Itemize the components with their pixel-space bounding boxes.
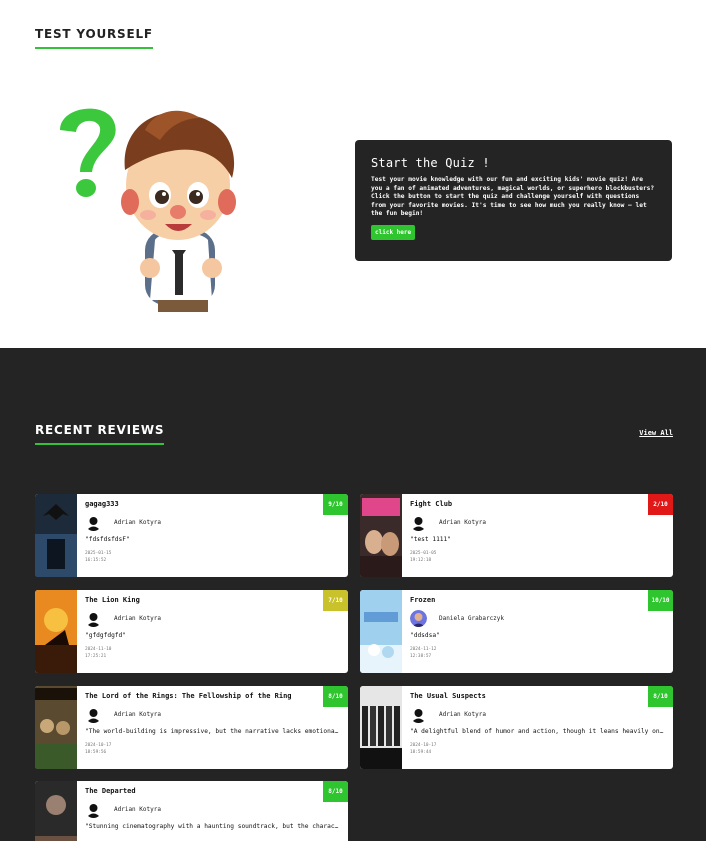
review-body: gagag333 Adrian Kotyra "fdsfdsfdsF" 2025-01… (77, 494, 348, 577)
score-badge: 2/10 (648, 494, 673, 515)
review-comment: "fdsfdsfdsF" (85, 536, 130, 543)
review-time: 17:25:21 (85, 653, 107, 659)
score-badge: 8/10 (323, 781, 348, 802)
quiz-card: Start the Quiz ! Test your movie knowled… (355, 140, 672, 261)
review-timestamp: 2024-10-17 18:59:56 (85, 743, 348, 756)
review-movie-title[interactable]: gagag333 (85, 500, 325, 508)
review-card[interactable]: Fight Club Adrian Kotyra "test 1111" 2025-0… (360, 494, 673, 577)
movie-poster[interactable] (35, 590, 77, 673)
review-username: Daniela Grabarczyk (439, 615, 505, 622)
recent-reviews-heading: RECENT REVIEWS (35, 423, 165, 445)
movie-poster[interactable] (35, 494, 77, 577)
quiz-title: Start the Quiz ! (371, 156, 490, 170)
review-username: Adrian Kotyra (439, 711, 486, 718)
review-username: Adrian Kotyra (114, 806, 161, 813)
view-all-link[interactable]: View All (639, 429, 673, 437)
review-time: 18:59:56 (85, 749, 107, 755)
test-yourself-title: TEST YOURSELF (35, 27, 153, 41)
review-body: The Usual Suspects Adrian Kotyra "A deligh… (402, 686, 673, 769)
review-comment: "Stunning cinematography with a haunting… (85, 823, 340, 830)
review-username: Adrian Kotyra (114, 615, 161, 622)
test-yourself-section: TEST YOURSELF Start the Quiz ! Test your… (0, 0, 706, 348)
movie-poster[interactable] (360, 494, 402, 577)
start-quiz-button[interactable]: click here (371, 224, 416, 240)
review-card[interactable]: Frozen Daniela Grabarczyk "ddsdsa" 2024-11-… (360, 590, 673, 673)
test-yourself-heading: TEST YOURSELF (35, 27, 153, 49)
quiz-description: Test your movie knowledge with our fun a… (371, 176, 655, 218)
review-timestamp: 2025-01-15 16:15:52 (85, 551, 348, 564)
review-timestamp: 2024-11-10 17:25:21 (85, 647, 348, 660)
review-username: Adrian Kotyra (114, 519, 161, 526)
review-body: The Lion King Adrian Kotyra "gfdgfdgfd" 202… (77, 590, 348, 673)
score-badge: 10/10 (648, 590, 673, 611)
review-username: Adrian Kotyra (439, 519, 486, 526)
review-user: Adrian Kotyra (410, 514, 673, 531)
review-time: 19:12:18 (410, 557, 432, 563)
review-card[interactable]: The Departed Adrian Kotyra "Stunning cinem… (35, 781, 348, 841)
review-time: 12:38:57 (410, 653, 432, 659)
review-comment: "ddsdsa" (410, 632, 440, 639)
review-body: The Departed Adrian Kotyra "Stunning cinem… (77, 781, 348, 841)
quiz-boy-illustration (60, 108, 236, 312)
review-user: Adrian Kotyra (85, 514, 348, 531)
review-user: Adrian Kotyra (85, 610, 348, 627)
review-movie-title[interactable]: The Lord of the Rings: The Fellowship of… (85, 692, 325, 700)
review-movie-title[interactable]: The Departed (85, 787, 325, 795)
review-comment: "The world-building is impressive, but t… (85, 728, 340, 735)
review-body: The Lord of the Rings: The Fellowship of… (77, 686, 348, 769)
review-card[interactable]: The Usual Suspects Adrian Kotyra "A deligh… (360, 686, 673, 769)
review-timestamp: 2024-11-12 12:38:57 (410, 647, 673, 660)
score-badge: 8/10 (323, 686, 348, 707)
review-timestamp: 2025-01-05 19:12:18 (410, 551, 673, 564)
review-timestamp: 2024-10-17 18:59:44 (410, 743, 673, 756)
movie-poster[interactable] (35, 686, 77, 769)
review-time: 18:59:44 (410, 749, 432, 755)
review-body: Frozen Daniela Grabarczyk "ddsdsa" 2024-11-… (402, 590, 673, 673)
heading-underline (35, 47, 153, 49)
question-mark-icon (60, 108, 116, 172)
avatar (410, 514, 427, 531)
review-time: 16:15:52 (85, 557, 107, 563)
review-movie-title[interactable]: The Lion King (85, 596, 325, 604)
review-user: Adrian Kotyra (410, 706, 673, 723)
avatar (410, 706, 427, 723)
movie-poster[interactable] (360, 590, 402, 673)
avatar (410, 610, 427, 627)
review-card[interactable]: gagag333 Adrian Kotyra "fdsfdsfdsF" 2025-01… (35, 494, 348, 577)
review-user: Adrian Kotyra (85, 706, 348, 723)
review-body: Fight Club Adrian Kotyra "test 1111" 2025-0… (402, 494, 673, 577)
review-movie-title[interactable]: The Usual Suspects (410, 692, 650, 700)
recent-reviews-title: RECENT REVIEWS (35, 423, 165, 437)
recent-reviews-section: RECENT REVIEWS View All gagag333 Adrian K… (0, 348, 706, 841)
heading-underline (35, 443, 165, 445)
review-movie-title[interactable]: Frozen (410, 596, 650, 604)
avatar (85, 706, 102, 723)
review-comment: "gfdgfdgfd" (85, 632, 126, 639)
avatar (85, 514, 102, 531)
movie-poster[interactable] (360, 686, 402, 769)
avatar (85, 610, 102, 627)
review-user: Adrian Kotyra (85, 801, 348, 818)
review-card[interactable]: The Lion King Adrian Kotyra "gfdgfdgfd" 202… (35, 590, 348, 673)
score-badge: 8/10 (648, 686, 673, 707)
avatar (85, 801, 102, 818)
review-user: Daniela Grabarczyk (410, 610, 673, 627)
score-badge: 7/10 (323, 590, 348, 611)
review-card[interactable]: The Lord of the Rings: The Fellowship of… (35, 686, 348, 769)
movie-poster[interactable] (35, 781, 77, 841)
score-badge: 9/10 (323, 494, 348, 515)
review-comment: "A delightful blend of humor and action,… (410, 728, 665, 735)
review-comment: "test 1111" (410, 536, 451, 543)
review-username: Adrian Kotyra (114, 711, 161, 718)
review-movie-title[interactable]: Fight Club (410, 500, 650, 508)
